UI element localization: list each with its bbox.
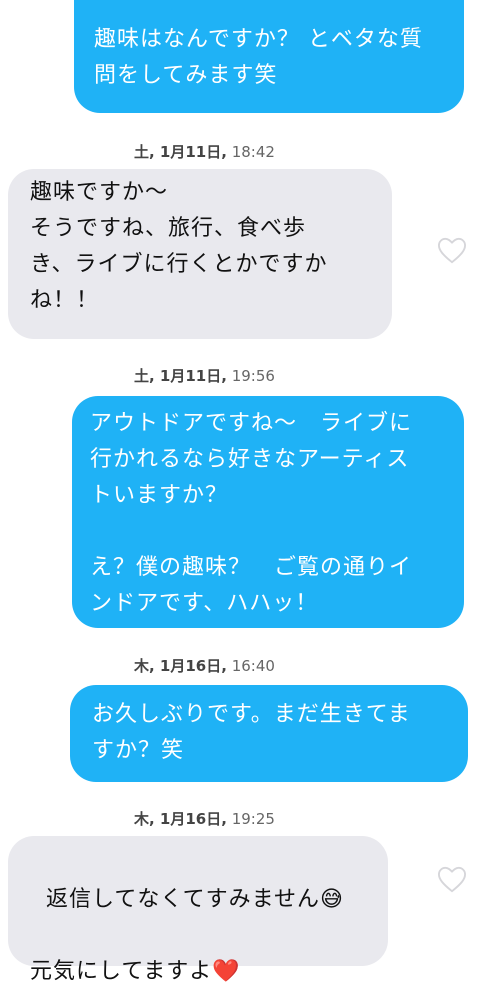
timestamp: 木, 1月16日, 16:40 [134, 655, 275, 676]
timestamp-day: 土, 1月11日, [134, 367, 227, 385]
message-text: 返信してなくてすみません [46, 887, 321, 912]
timestamp-time: 16:40 [231, 657, 275, 675]
timestamp: 木, 1月16日, 19:25 [134, 808, 275, 829]
message-text: 元気にしてますよ [30, 959, 213, 984]
timestamp: 土, 1月11日, 19:56 [134, 365, 275, 386]
incoming-message[interactable]: 趣味ですか〜 そうですね、旅行、食べ歩 き、ライブに行くとかですか ね！！ [8, 169, 392, 339]
outgoing-message[interactable]: アウトドアですね〜 ライブに 行かれるなら好きなアーティス トいますか？ え？僕… [72, 396, 464, 628]
incoming-message[interactable]: 返信してなくてすみません😅 元気にしてますよ❤️ [8, 836, 388, 984]
outgoing-message[interactable]: お久しぶりです。まだ生きてま すか？笑 [70, 685, 468, 782]
timestamp-time: 18:42 [231, 143, 275, 161]
timestamp-time: 19:56 [231, 367, 275, 385]
outgoing-message[interactable]: 趣味はなんですか？ とベタな質 問をしてみます笑 [74, 0, 464, 113]
like-heart-icon[interactable] [437, 237, 467, 265]
like-heart-icon[interactable] [437, 866, 467, 894]
timestamp: 土, 1月11日, 18:42 [134, 141, 275, 162]
timestamp-time: 19:25 [231, 810, 275, 828]
red-heart-emoji: ❤️ [212, 959, 241, 984]
sweat-smile-emoji: 😅 [320, 887, 344, 912]
timestamp-day: 土, 1月11日, [134, 143, 227, 161]
timestamp-day: 木, 1月16日, [134, 810, 227, 828]
timestamp-day: 木, 1月16日, [134, 657, 227, 675]
